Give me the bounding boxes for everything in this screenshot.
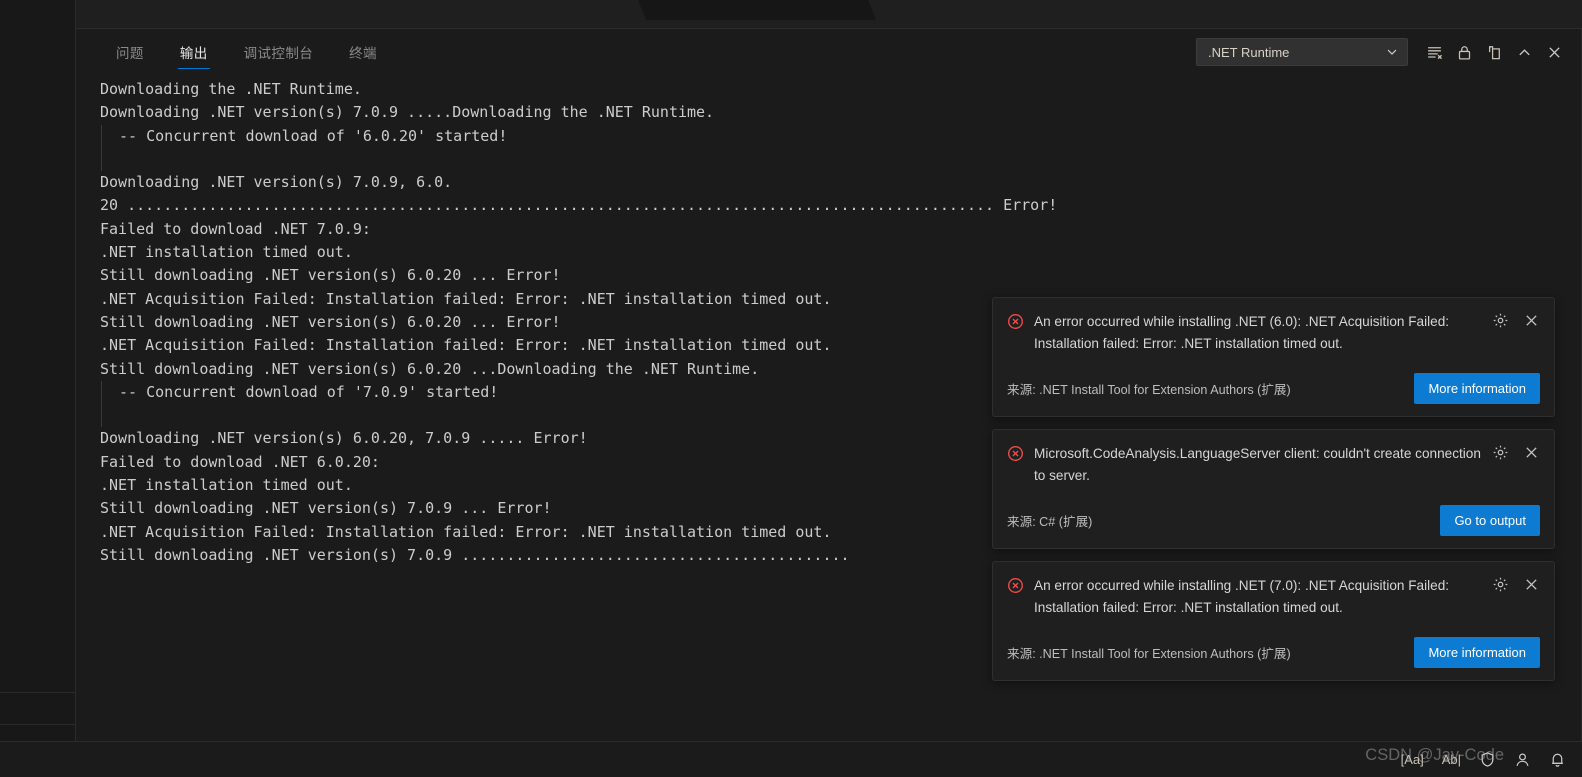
notification-action-button[interactable]: More information: [1414, 637, 1540, 668]
notification-toast: An error occurred while installing .NET …: [992, 561, 1555, 681]
vscode-window: 问题 输出 调试控制台 终端 .NET Runtime Downloading …: [0, 0, 1582, 777]
output-indent-guide: [100, 145, 1582, 171]
notification-action-button[interactable]: Go to output: [1440, 505, 1540, 536]
close-panel-button[interactable]: [1540, 38, 1568, 66]
notification-source: 来源: .NET Install Tool for Extension Auth…: [1007, 647, 1291, 661]
notification-toast: An error occurred while installing .NET …: [992, 297, 1555, 417]
error-circle-icon: [1008, 578, 1023, 593]
notification-source: 来源: .NET Install Tool for Extension Auth…: [1007, 383, 1291, 397]
notification-top: An error occurred while installing .NET …: [1007, 575, 1540, 619]
tab-problems-label: 问题: [116, 46, 144, 61]
notification-message: An error occurred while installing .NET …: [1034, 578, 1450, 615]
close-icon[interactable]: [1523, 312, 1540, 329]
clear-output-icon: [1427, 46, 1442, 59]
clear-output-button[interactable]: [1420, 38, 1448, 66]
status-screencast-mode[interactable]: [Aa]: [1401, 752, 1424, 767]
tab-terminal-label: 终端: [349, 46, 377, 61]
activity-bar-divider-1: [0, 692, 76, 693]
output-channel-select[interactable]: .NET Runtime: [1196, 38, 1408, 66]
close-icon: [1548, 46, 1560, 58]
close-icon[interactable]: [1523, 444, 1540, 461]
notification-message: Microsoft.CodeAnalysis.LanguageServer cl…: [1034, 446, 1481, 483]
output-line: Downloading the .NET Runtime.: [100, 80, 362, 98]
tab-problems[interactable]: 问题: [98, 29, 162, 75]
lock-icon: [1458, 45, 1470, 60]
tab-terminal[interactable]: 终端: [331, 29, 395, 75]
editor-tab-ghost: [625, 0, 877, 20]
lock-scroll-button[interactable]: [1450, 38, 1478, 66]
notification-action-button[interactable]: More information: [1414, 373, 1540, 404]
notification-icons: [1492, 312, 1540, 329]
notification-source: 来源: C# (扩展): [1007, 515, 1093, 529]
output-line: -- Concurrent download of '6.0.20' start…: [100, 124, 1582, 172]
notification-bottom: 来源: .NET Install Tool for Extension Auth…: [1007, 637, 1540, 668]
bell-icon[interactable]: [1549, 751, 1566, 768]
output-line: Downloading .NET version(s) 7.0.9 .....D…: [100, 103, 715, 122]
open-in-editor-button[interactable]: [1480, 38, 1508, 66]
output-line: .NET installation timed out.: [100, 243, 353, 262]
maximize-panel-button[interactable]: [1510, 38, 1538, 66]
tab-output-label: 输出: [179, 46, 208, 61]
output-channel-value: .NET Runtime: [1208, 44, 1290, 60]
notification-top: Microsoft.CodeAnalysis.LanguageServer cl…: [1007, 443, 1540, 487]
activity-bar-divider-2: [0, 724, 76, 725]
close-icon[interactable]: [1523, 576, 1540, 593]
notification-icons: [1492, 444, 1540, 461]
notification-bottom: 来源: .NET Install Tool for Extension Auth…: [1007, 373, 1540, 404]
notification-toast: Microsoft.CodeAnalysis.LanguageServer cl…: [992, 429, 1555, 549]
account-icon[interactable]: [1514, 751, 1531, 768]
panel-header: 问题 输出 调试控制台 终端 .NET Runtime: [76, 29, 1582, 75]
tab-output[interactable]: 输出: [162, 29, 226, 75]
status-text-cursor[interactable]: Ab|: [1442, 752, 1461, 767]
output-line: Still downloading .NET version(s) 6.0.20…: [100, 266, 561, 285]
notification-top: An error occurred while installing .NET …: [1007, 311, 1540, 355]
notification-icons: [1492, 576, 1540, 593]
activity-bar: [0, 0, 76, 777]
chevron-up-icon: [1518, 48, 1530, 55]
gear-icon[interactable]: [1492, 444, 1509, 461]
chevron-down-icon: [1387, 49, 1397, 55]
error-circle-icon: [1008, 314, 1023, 329]
status-bar: [Aa] Ab|: [0, 741, 1582, 777]
panel-actions: .NET Runtime: [1196, 29, 1568, 75]
gear-icon[interactable]: [1492, 312, 1509, 329]
notification-message: An error occurred while installing .NET …: [1034, 314, 1450, 351]
gear-icon[interactable]: [1492, 576, 1509, 593]
notification-toasts: An error occurred while installing .NET …: [992, 297, 1555, 681]
notification-bottom: 来源: C# (扩展) Go to output: [1007, 505, 1540, 536]
output-line: Downloading .NET version(s) 7.0.9, 6.0.: [100, 173, 453, 192]
error-circle-icon: [1008, 446, 1023, 461]
split-editor-icon: [1488, 45, 1500, 59]
output-line: Failed to download .NET 7.0.9:: [100, 219, 371, 238]
output-line: 20 .....................................…: [100, 196, 1058, 215]
tab-debug-console-label: 调试控制台: [243, 46, 314, 61]
tab-debug-console[interactable]: 调试控制台: [226, 29, 332, 75]
editor-tab-strip: [76, 0, 1582, 29]
shield-icon[interactable]: [1479, 751, 1496, 768]
panel-tab-list: 问题 输出 调试控制台 终端: [76, 29, 395, 75]
